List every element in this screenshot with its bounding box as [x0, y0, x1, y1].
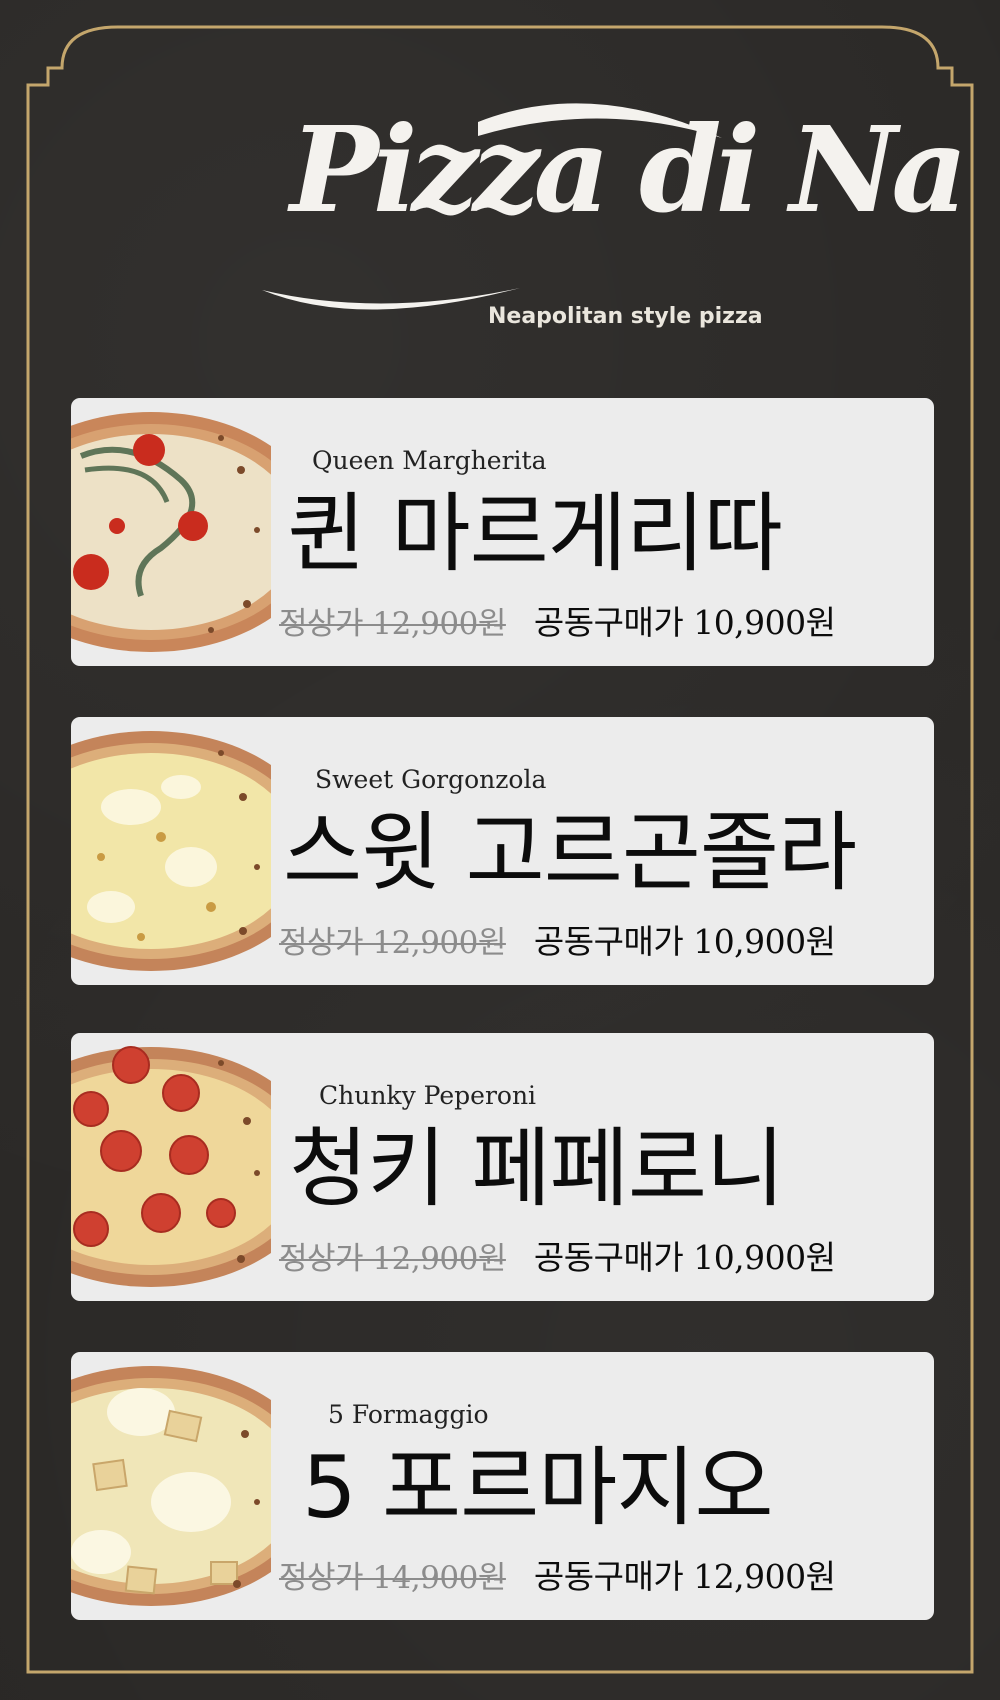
regular-price: 정상가 14,900원: [279, 1559, 506, 1596]
brand-logo: Pizza di Na Neapolitan style pizza: [0, 0, 1000, 364]
pizza-image-gorgonzola: [71, 731, 271, 971]
pizza-name-english: Sweet Gorgonzola: [315, 765, 547, 794]
pizza-name-english: 5 Formaggio: [328, 1400, 489, 1429]
regular-price: 정상가 12,900원: [279, 1240, 506, 1277]
pizza-image-five-cheese: [71, 1366, 271, 1606]
pizza-name-korean: 청키 페페로니: [289, 1119, 785, 1219]
price-row: 정상가 12,900원 공동구매가 10,900원: [279, 917, 836, 961]
pizza-name-english: Chunky Peperoni: [319, 1081, 537, 1110]
group-buy-price: 공동구매가 12,900원: [533, 1557, 836, 1596]
menu-item-card[interactable]: Sweet Gorgonzola 스윗 고르곤졸라 정상가 12,900원 공동…: [71, 717, 934, 985]
menu-item-card[interactable]: Queen Margherita 퀸 마르게리따 정상가 12,900원 공동구…: [71, 398, 934, 666]
price-row: 정상가 12,900원 공동구매가 10,900원: [279, 1233, 836, 1277]
pizza-name-english: Queen Margherita: [312, 446, 547, 475]
menu-board: Pizza di Na Neapolitan style pizza Queen…: [0, 0, 1000, 1700]
pizza-name-korean: 스윗 고르곤졸라: [283, 803, 857, 903]
pizza-name-korean: 퀸 마르게리따: [287, 484, 783, 584]
pizza-image-margherita: [71, 412, 271, 652]
regular-price: 정상가 12,900원: [279, 924, 506, 961]
group-buy-price: 공동구매가 10,900원: [533, 1238, 836, 1277]
pizza-name-korean: 5 포르마지오: [302, 1438, 774, 1538]
price-row: 정상가 14,900원 공동구매가 12,900원: [279, 1552, 836, 1596]
logo-tagline: Neapolitan style pizza: [488, 304, 763, 329]
logo-letters: Pizza di Na: [290, 100, 968, 239]
menu-item-card[interactable]: 5 Formaggio 5 포르마지오 정상가 14,900원 공동구매가 12…: [71, 1352, 934, 1620]
pizza-image-pepperoni: [71, 1046, 271, 1287]
menu-item-card[interactable]: Chunky Peperoni 청키 페페로니 정상가 12,900원 공동구매…: [71, 1033, 934, 1301]
group-buy-price: 공동구매가 10,900원: [533, 603, 836, 642]
group-buy-price: 공동구매가 10,900원: [533, 922, 836, 961]
logo-wordmark: Pizza di Na: [290, 100, 968, 280]
price-row: 정상가 12,900원 공동구매가 10,900원: [279, 598, 836, 642]
regular-price: 정상가 12,900원: [279, 605, 506, 642]
